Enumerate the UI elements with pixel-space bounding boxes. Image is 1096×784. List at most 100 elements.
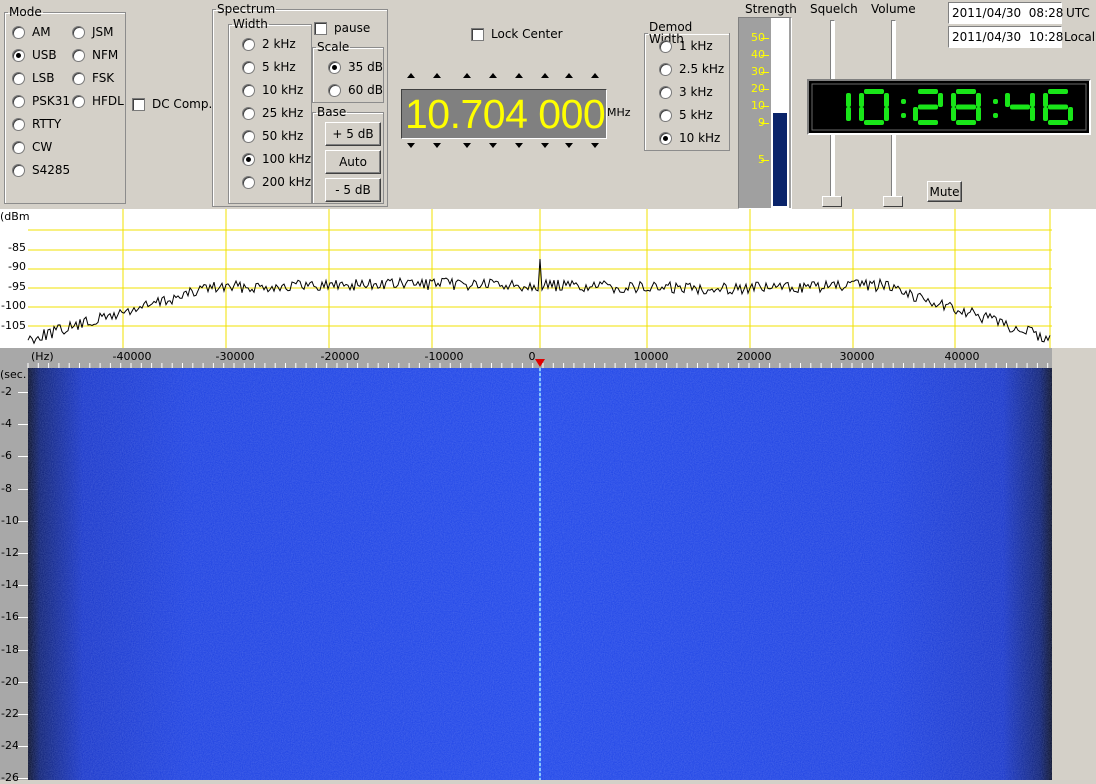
radio-dot-icon[interactable]: [242, 106, 255, 120]
radio-dot-icon[interactable]: [12, 117, 25, 131]
frequency-digit-down-icon[interactable]: [433, 143, 441, 148]
frequency-digit-up-icon[interactable]: [591, 73, 599, 78]
base-minus-5db-button[interactable]: - 5 dB: [325, 178, 381, 202]
frequency-digit-up-icon[interactable]: [565, 73, 573, 78]
mode-nfm-radio[interactable]: NFM: [72, 47, 118, 63]
waterfall-right-margin: [1052, 368, 1096, 780]
radio-dot-icon[interactable]: [659, 39, 672, 53]
mode-psk31-radio[interactable]: PSK31: [12, 93, 70, 109]
frequency-digit-down-icon[interactable]: [565, 143, 573, 148]
frequency-digit-down-icon[interactable]: [489, 143, 497, 148]
mode-option-label: FSK: [92, 71, 115, 85]
demod-width-10-khz-radio[interactable]: 10 kHz: [659, 130, 720, 146]
radio-dot-icon[interactable]: [659, 131, 672, 145]
radio-dot-icon[interactable]: [242, 129, 255, 143]
radio-dot-icon[interactable]: [242, 83, 255, 97]
radio-dot-icon[interactable]: [328, 60, 341, 74]
spectrum-right-margin: [1052, 209, 1096, 348]
mode-lsb-radio[interactable]: LSB: [12, 70, 55, 86]
waterfall-y-tick: [18, 649, 28, 651]
demod-width-2-5-khz-radio[interactable]: 2.5 kHz: [659, 61, 724, 77]
base-legend: Base: [317, 105, 347, 119]
frequency-digit-down-icon[interactable]: [463, 143, 471, 148]
radio-dot-icon[interactable]: [12, 140, 25, 154]
lock-center-box[interactable]: [471, 27, 484, 41]
spectrum-width-100-khz-radio[interactable]: 100 kHz: [242, 151, 311, 167]
radio-dot-icon[interactable]: [328, 83, 341, 97]
mute-button[interactable]: Mute: [927, 181, 962, 202]
spectrum-legend: Spectrum: [217, 2, 276, 16]
radio-dot-icon[interactable]: [12, 48, 25, 62]
frequency-digit-up-icon[interactable]: [489, 73, 497, 78]
mode-jsm-radio[interactable]: JSM: [72, 24, 114, 40]
scale-35-db-radio[interactable]: 35 dB: [328, 59, 383, 75]
waterfall-y-tick: [18, 520, 28, 522]
mode-s4285-radio[interactable]: S4285: [12, 162, 70, 178]
radio-dot-icon[interactable]: [242, 152, 255, 166]
utc-datetime-field: 2011/04/30 08:28: [948, 2, 1063, 24]
demod-width-1-khz-radio[interactable]: 1 kHz: [659, 38, 713, 54]
mode-cw-radio[interactable]: CW: [12, 139, 52, 155]
radio-dot-icon[interactable]: [12, 94, 25, 108]
spectrum-width-2-khz-radio[interactable]: 2 kHz: [242, 36, 296, 52]
base-auto-button[interactable]: Auto: [325, 150, 381, 174]
waterfall-y-tick: [18, 778, 28, 780]
spectrum-width-10-khz-radio[interactable]: 10 kHz: [242, 82, 303, 98]
lock-center-checkbox[interactable]: Lock Center: [471, 26, 563, 42]
radio-dot-icon[interactable]: [72, 94, 85, 108]
mode-option-label: PSK31: [32, 94, 70, 108]
frequency-digit-down-icon[interactable]: [591, 143, 599, 148]
volume-label: Volume: [871, 2, 916, 16]
demod-width-5-khz-radio[interactable]: 5 kHz: [659, 107, 713, 123]
mode-rtty-radio[interactable]: RTTY: [12, 116, 61, 132]
frequency-digit-up-icon[interactable]: [541, 73, 549, 78]
waterfall-y-tick-label: -24: [1, 739, 19, 753]
spectrum-width-5-khz-radio[interactable]: 5 kHz: [242, 59, 296, 75]
radio-dot-icon[interactable]: [659, 62, 672, 76]
dc-comp-checkbox[interactable]: DC Comp.: [132, 96, 212, 112]
spectrum-plot[interactable]: (dBm -85 -90 -95 -100 -105: [0, 209, 1052, 348]
pause-box[interactable]: [314, 21, 327, 35]
frequency-value: 10.704 000: [405, 91, 606, 137]
frequency-digit-down-icon[interactable]: [407, 143, 415, 148]
radio-dot-icon[interactable]: [242, 37, 255, 51]
radio-dot-icon[interactable]: [12, 163, 25, 177]
frequency-axis[interactable]: (Hz) -40000 -30000 -20000 -10000 0 10000 20000…: [0, 348, 1052, 368]
demod-width-3-khz-radio[interactable]: 3 kHz: [659, 84, 713, 100]
radio-dot-icon[interactable]: [659, 108, 672, 122]
frequency-digit-up-icon[interactable]: [407, 73, 415, 78]
dc-comp-box[interactable]: [132, 97, 145, 111]
radio-dot-icon[interactable]: [72, 48, 85, 62]
frequency-digit-up-icon[interactable]: [515, 73, 523, 78]
radio-dot-icon[interactable]: [12, 71, 25, 85]
mode-hfdl-radio[interactable]: HFDL: [72, 93, 124, 109]
squelch-slider-thumb[interactable]: [822, 196, 842, 207]
radio-dot-icon[interactable]: [659, 85, 672, 99]
base-plus-5db-button[interactable]: + 5 dB: [325, 122, 381, 146]
mode-option-label: NFM: [92, 48, 119, 62]
spectrum-width-200-khz-radio[interactable]: 200 kHz: [242, 174, 311, 190]
pause-checkbox[interactable]: pause: [314, 20, 370, 36]
waterfall-y-tick: [18, 617, 28, 619]
tuning-marker-icon[interactable]: [535, 359, 545, 367]
radio-dot-icon[interactable]: [72, 71, 85, 85]
frequency-digit-down-icon[interactable]: [541, 143, 549, 148]
scale-60-db-radio[interactable]: 60 dB: [328, 82, 383, 98]
radio-dot-icon[interactable]: [242, 175, 255, 189]
mode-fsk-radio[interactable]: FSK: [72, 70, 114, 86]
width-legend: Width: [233, 17, 268, 31]
radio-dot-icon[interactable]: [12, 25, 25, 39]
mode-usb-radio[interactable]: USB: [12, 47, 57, 63]
waterfall-y-tick: [18, 456, 28, 458]
waterfall-display[interactable]: [28, 368, 1052, 780]
radio-dot-icon[interactable]: [72, 25, 85, 39]
frequency-digit-down-icon[interactable]: [515, 143, 523, 148]
spectrum-width-25-khz-radio[interactable]: 25 kHz: [242, 105, 303, 121]
frequency-digit-up-icon[interactable]: [463, 73, 471, 78]
mode-am-radio[interactable]: AM: [12, 24, 51, 40]
radio-dot-icon[interactable]: [242, 60, 255, 74]
waterfall-y-tick: [18, 746, 28, 748]
spectrum-width-50-khz-radio[interactable]: 50 kHz: [242, 128, 303, 144]
volume-slider-thumb[interactable]: [883, 196, 903, 207]
frequency-digit-up-icon[interactable]: [433, 73, 441, 78]
